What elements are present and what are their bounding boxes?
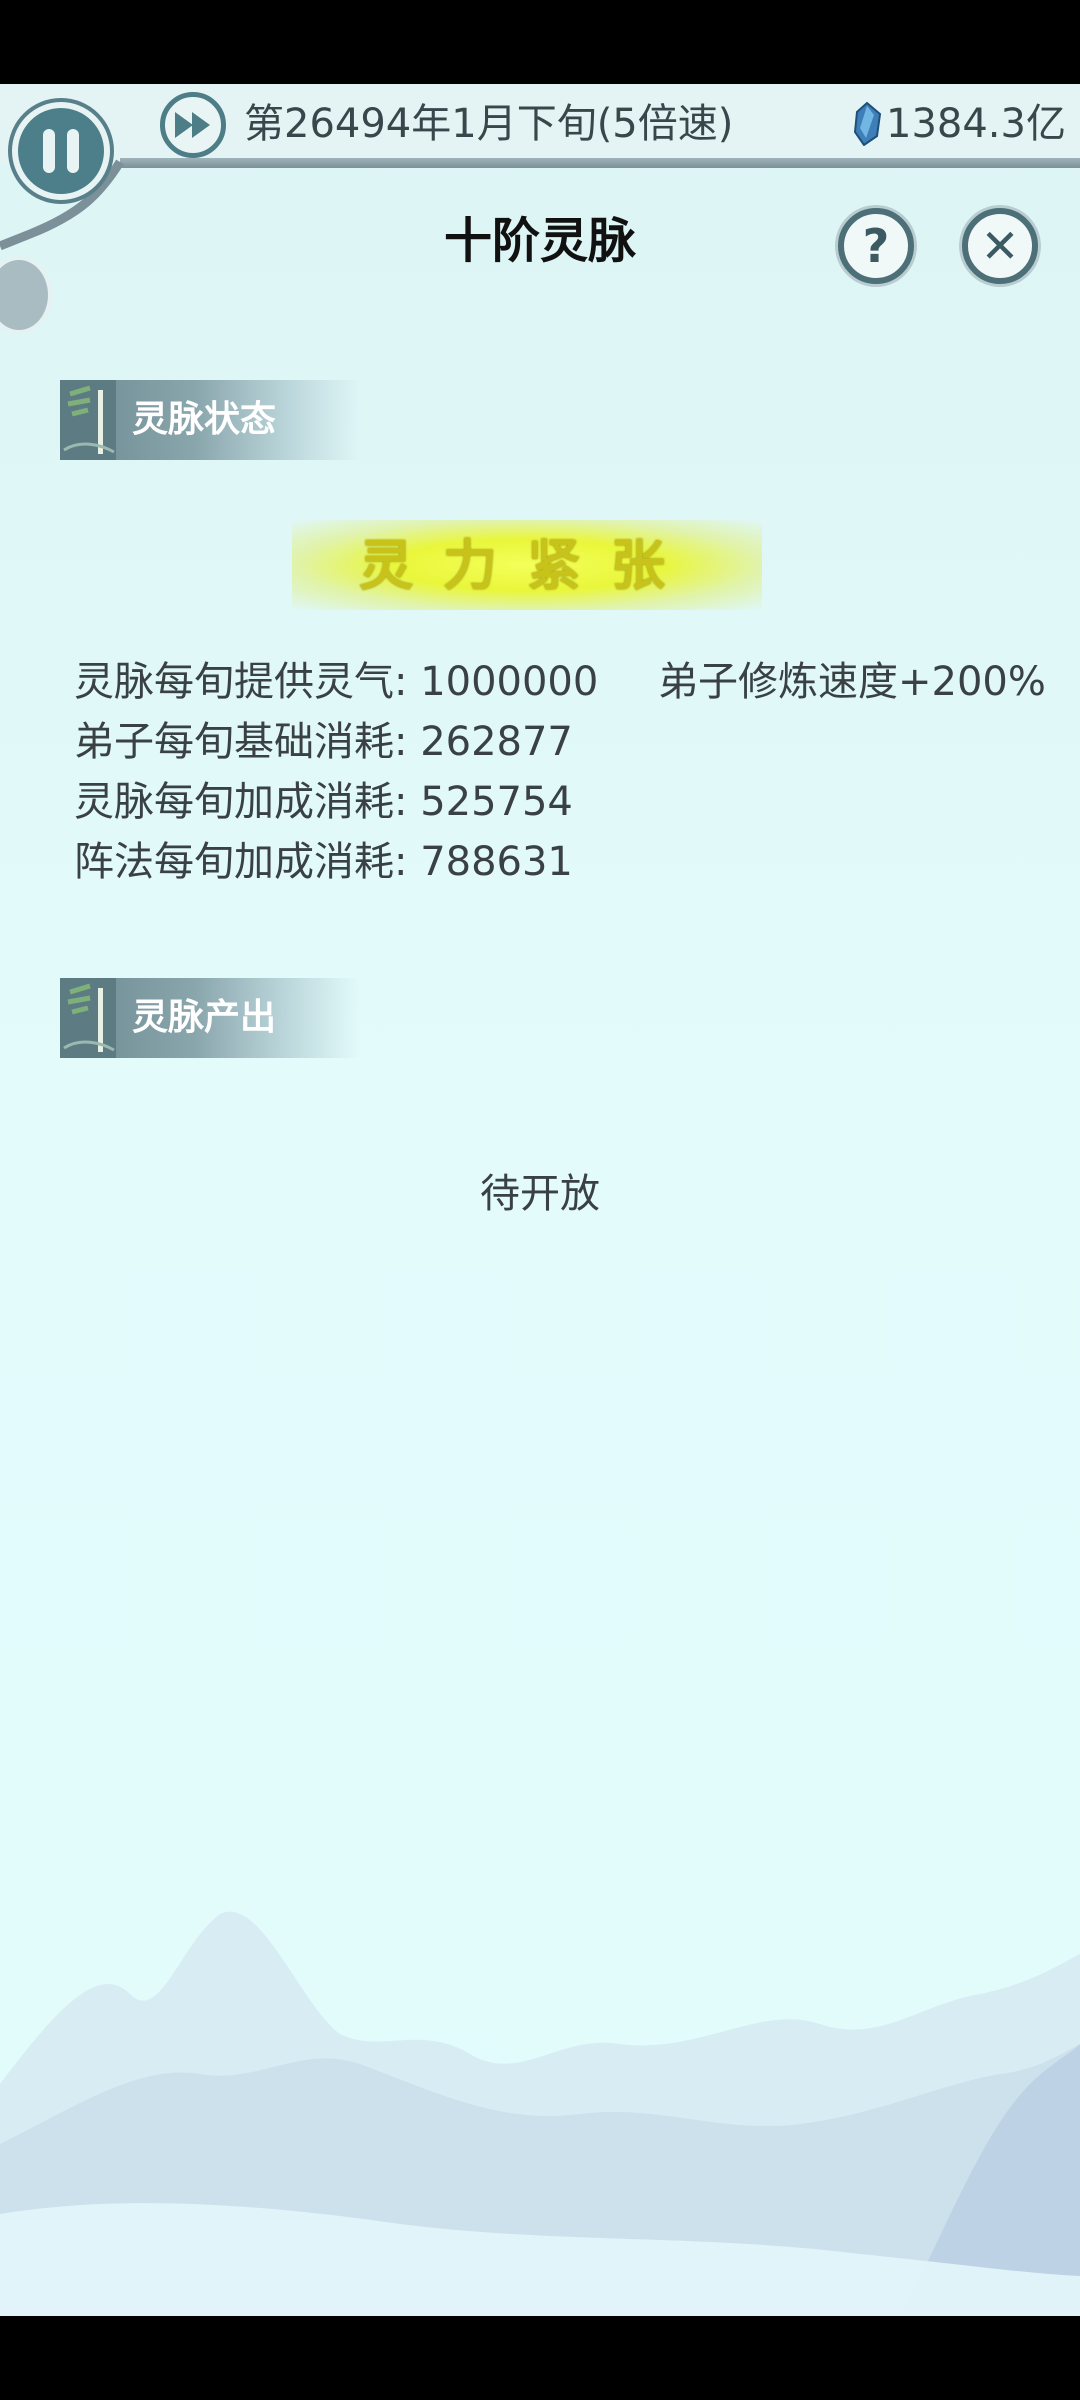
pause-button[interactable] <box>12 102 110 200</box>
top-bar-border <box>120 158 1080 168</box>
navigation-bar <box>0 2316 1080 2400</box>
pause-icon <box>43 129 55 173</box>
fast-forward-icon <box>175 112 210 138</box>
vein-state-banner: 灵力紧张 <box>292 520 762 610</box>
bamboo-icon <box>60 978 116 1058</box>
spirit-stone-icon <box>853 102 882 146</box>
status-bar <box>0 0 1080 84</box>
bamboo-icon <box>60 380 116 460</box>
section-title: 灵脉状态 <box>132 399 277 440</box>
section-title: 灵脉产出 <box>132 997 277 1038</box>
close-button[interactable]: ✕ <box>962 208 1038 284</box>
vein-bonus-consumption-line: 灵脉每旬加成消耗: 525754 <box>74 779 573 825</box>
fast-forward-button[interactable] <box>160 92 226 158</box>
spirit-stone-count: 1384.3亿 <box>886 101 1066 147</box>
output-pending-text: 待开放 <box>480 1171 600 1217</box>
vein-state-text: 灵力紧张 <box>359 533 695 597</box>
question-icon: ? <box>862 219 890 273</box>
close-icon: ✕ <box>980 219 1020 273</box>
help-button[interactable]: ? <box>838 208 914 284</box>
disciple-base-consumption-line: 弟子每旬基础消耗: 262877 <box>74 719 573 765</box>
cultivation-bonus: 弟子修炼速度+200% <box>658 659 1046 705</box>
vein-supply-line: 灵脉每旬提供灵气: 1000000 <box>74 659 599 705</box>
section-header-status: 灵脉状态 <box>60 380 360 460</box>
mountain-background <box>0 1911 1080 2316</box>
game-date: 第26494年1月下旬(5倍速) <box>244 101 734 147</box>
formation-bonus-consumption-line: 阵法每旬加成消耗: 788631 <box>74 839 573 885</box>
section-header-output: 灵脉产出 <box>60 978 360 1058</box>
page-title: 十阶灵脉 <box>443 213 636 269</box>
spirit-vein-screen: 第26494年1月下旬(5倍速) 1384.3亿 十阶灵脉 ? ✕ 灵脉状态 灵… <box>0 84 1080 2316</box>
